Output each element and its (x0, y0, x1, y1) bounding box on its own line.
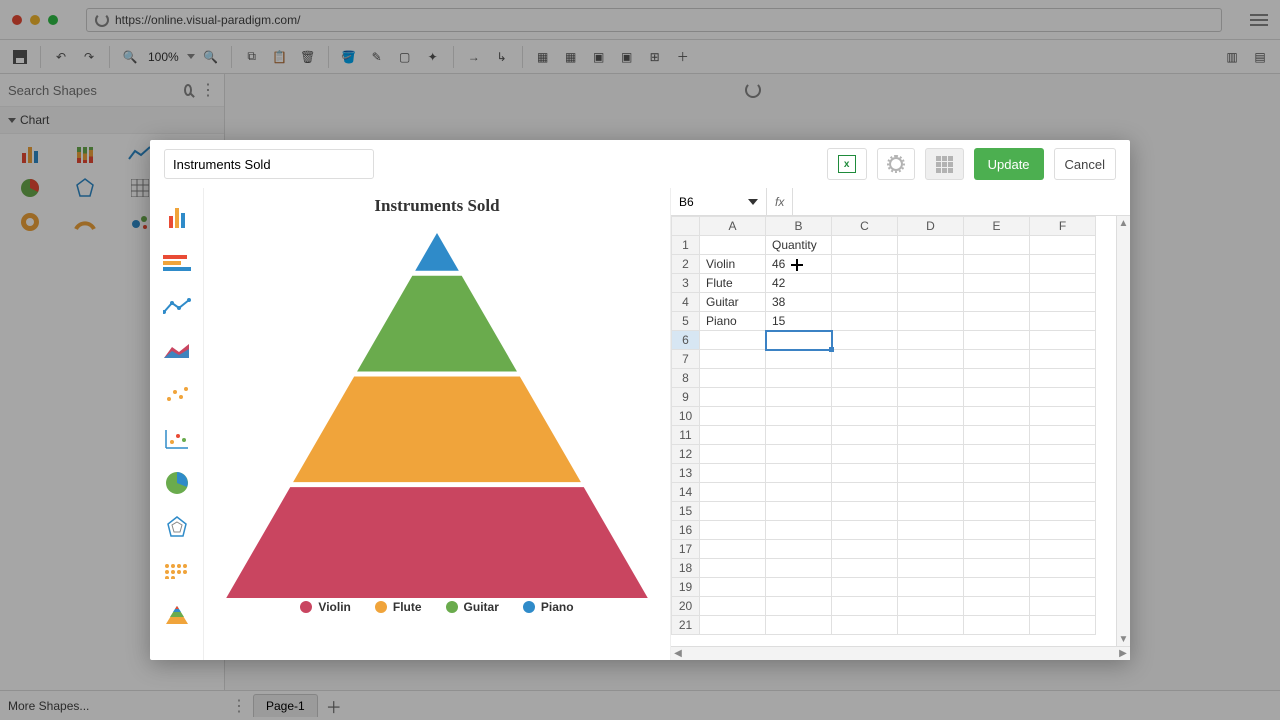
gear-icon (889, 157, 903, 171)
cell-reference[interactable]: B6 (671, 188, 767, 215)
legend-label: Piano (541, 600, 574, 614)
dropdown-icon[interactable] (748, 199, 758, 205)
type-scatter-icon[interactable] (163, 384, 191, 406)
dialog-header: x Update Cancel (150, 140, 1130, 188)
legend-dot-icon (446, 601, 458, 613)
horizontal-scrollbar[interactable]: ◀▶ (671, 646, 1130, 660)
cancel-button[interactable]: Cancel (1054, 148, 1116, 180)
formula-bar-label: fx (767, 195, 792, 209)
chart-title: Instruments Sold (374, 196, 499, 216)
type-area-icon[interactable] (163, 340, 191, 362)
type-pie-icon[interactable] (163, 472, 191, 494)
grid[interactable]: ABCDEF1Quantity2Violin463Flute424Guitar3… (671, 216, 1116, 646)
type-column-icon[interactable] (163, 208, 191, 230)
chart-legend: Violin Flute Guitar Piano (300, 600, 573, 614)
legend-item: Flute (375, 600, 422, 614)
chart-edit-dialog: x Update Cancel Instruments Sold Violin F… (150, 140, 1130, 660)
excel-icon: x (838, 155, 856, 173)
chart-title-input[interactable] (164, 149, 374, 179)
update-button[interactable]: Update (974, 148, 1044, 180)
settings-button[interactable] (877, 148, 915, 180)
type-heatmap-icon[interactable] (163, 560, 191, 582)
table-icon (936, 156, 953, 173)
type-stacked-bar-icon[interactable] (163, 252, 191, 274)
legend-item: Piano (523, 600, 574, 614)
chart-preview: Instruments Sold Violin Flute Guitar Piano (204, 188, 670, 660)
legend-item: Violin (300, 600, 350, 614)
type-scatter-axes-icon[interactable] (163, 428, 191, 450)
legend-label: Flute (393, 600, 422, 614)
legend-label: Violin (318, 600, 350, 614)
type-line-icon[interactable] (163, 296, 191, 318)
legend-label: Guitar (464, 600, 499, 614)
legend-dot-icon (523, 601, 535, 613)
legend-dot-icon (375, 601, 387, 613)
data-sheet: B6 fx ABCDEF1Quantity2Violin463Flute424G… (670, 188, 1130, 660)
type-radar-icon[interactable] (163, 516, 191, 538)
pyramid-chart (222, 228, 652, 598)
import-excel-button[interactable]: x (827, 148, 867, 180)
vertical-scrollbar[interactable]: ▲▼ (1116, 216, 1130, 646)
toggle-grid-button[interactable] (925, 148, 964, 180)
legend-item: Guitar (446, 600, 499, 614)
legend-dot-icon (300, 601, 312, 613)
chart-type-selector (150, 188, 204, 660)
type-pyramid-icon[interactable] (163, 604, 191, 626)
formula-bar[interactable] (792, 188, 1130, 215)
